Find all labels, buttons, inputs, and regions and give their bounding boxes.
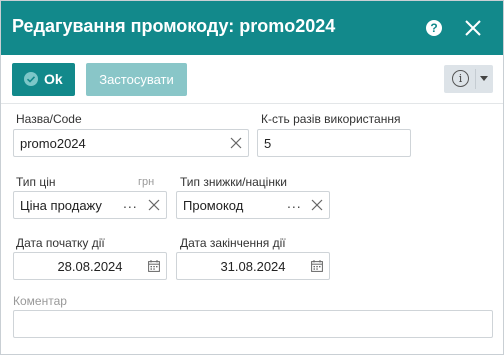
clear-icon[interactable]: [230, 137, 242, 149]
price-type-value: Ціна продажу: [20, 198, 102, 213]
dialog-titlebar: Редагування промокоду: promo2024 ?: [1, 1, 503, 55]
price-type-field[interactable]: Ціна продажу ...: [13, 191, 167, 219]
usage-count-field[interactable]: 5: [257, 129, 411, 157]
start-date-field[interactable]: 28.08.2024: [13, 252, 167, 280]
promo-edit-dialog: Редагування промокоду: promo2024 ? Ok За…: [0, 0, 504, 355]
help-icon[interactable]: ?: [426, 20, 442, 36]
info-menu-button[interactable]: i: [444, 65, 493, 93]
calendar-icon[interactable]: [148, 260, 160, 272]
ok-button[interactable]: Ok: [12, 63, 75, 96]
dialog-toolbar: Ok Застосувати i: [1, 55, 503, 103]
chevron-down-icon[interactable]: [480, 76, 488, 81]
name-field[interactable]: promo2024: [13, 129, 249, 157]
comment-label: Коментар: [13, 294, 67, 308]
end-date-value: 31.08.2024: [220, 259, 286, 274]
close-icon[interactable]: [463, 18, 483, 38]
dialog-title: Редагування промокоду: promo2024: [12, 16, 336, 36]
usage-count-label: К-сть разів використання: [261, 112, 401, 126]
usage-count-value: 5: [264, 136, 272, 151]
ok-button-label: Ok: [44, 71, 63, 87]
start-date-label: Дата початку дії: [16, 236, 105, 250]
discount-type-value: Промокод: [183, 198, 244, 213]
name-value: promo2024: [20, 136, 86, 151]
clear-icon[interactable]: [148, 199, 160, 211]
button-separator: [475, 69, 476, 89]
end-date-label: Дата закінчення дії: [180, 236, 286, 250]
currency-label: грн: [138, 176, 155, 188]
apply-button[interactable]: Застосувати: [86, 63, 187, 96]
start-date-value: 28.08.2024: [57, 259, 123, 274]
info-icon: i: [452, 70, 469, 87]
end-date-field[interactable]: 31.08.2024: [176, 252, 330, 280]
discount-type-label: Тип знижки/націнки: [180, 175, 287, 189]
calendar-icon[interactable]: [311, 260, 323, 272]
discount-type-field[interactable]: Промокод ...: [176, 191, 330, 219]
check-circle-icon: [24, 72, 38, 86]
name-label: Назва/Code: [16, 112, 82, 126]
comment-field[interactable]: [13, 310, 493, 338]
clear-icon[interactable]: [311, 199, 323, 211]
price-type-label: Тип цін: [16, 175, 56, 189]
select-dots-icon[interactable]: ...: [123, 195, 138, 211]
toolbar-divider: [1, 103, 503, 104]
select-dots-icon[interactable]: ...: [287, 195, 302, 211]
